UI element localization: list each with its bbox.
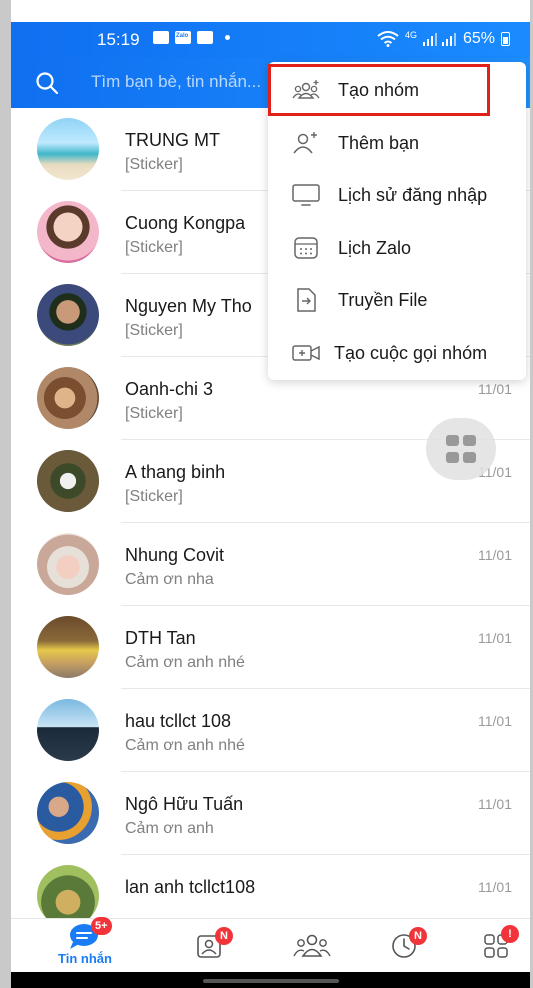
chat-time: 11/01 xyxy=(478,630,512,646)
add-friend-icon xyxy=(293,132,317,154)
chat-name: Nguyen My Tho xyxy=(125,296,252,316)
menu-item-label: Lịch sử đăng nhập xyxy=(338,185,488,205)
chat-time: 11/01 xyxy=(478,547,512,563)
grid-icon-part xyxy=(446,452,459,463)
chat-preview: [Sticker] xyxy=(125,488,183,505)
file-transfer-icon xyxy=(297,288,316,312)
chat-name: Cuong Kongpa xyxy=(125,213,246,233)
nav-more[interactable]: ! xyxy=(457,919,530,973)
chat-row[interactable]: hau tcllct 108 Cảm ơn anh nhé 11/01 xyxy=(11,689,530,772)
chat-preview: Cảm ơn anh xyxy=(125,820,214,837)
chat-preview: Cảm ơn anh nhé xyxy=(125,654,245,671)
chat-name: TRUNG MT xyxy=(125,130,220,150)
menu-item-label: Thêm bạn xyxy=(338,133,420,153)
nav-timeline[interactable]: N xyxy=(367,919,447,973)
home-indicator[interactable] xyxy=(203,979,339,983)
chat-time: 11/01 xyxy=(478,381,512,397)
avatar xyxy=(37,865,99,918)
groups-icon xyxy=(293,934,331,957)
contacts-badge: N xyxy=(215,927,233,945)
search-input[interactable]: Tìm bạn bè, tin nhắn... xyxy=(91,72,261,92)
timeline-badge: N xyxy=(409,927,427,945)
gallery-icon xyxy=(153,31,169,44)
chat-preview: [Sticker] xyxy=(125,156,183,173)
zalo-notification-icon xyxy=(175,31,191,44)
avatar xyxy=(37,450,99,512)
avatar xyxy=(37,699,99,761)
nav-messages[interactable]: 5+ Tin nhắn xyxy=(45,917,125,973)
message-icon xyxy=(197,31,213,44)
menu-item-group-call[interactable]: Tạo cuộc gọi nhóm xyxy=(268,327,526,379)
avatar xyxy=(37,782,99,844)
wifi-icon xyxy=(377,31,399,47)
system-nav-bar xyxy=(11,972,530,988)
signal-icon xyxy=(422,33,456,46)
add-menu: Tạo nhóm Thêm bạn Lịch sử đăng nhập Lịch… xyxy=(268,62,526,380)
menu-item-label: Truyền File xyxy=(338,290,428,310)
app-frame: 15:19 4G 65% xyxy=(11,0,530,988)
menu-item-label: Tạo cuộc gọi nhóm xyxy=(334,343,488,363)
avatar xyxy=(37,201,99,263)
chat-time: 11/01 xyxy=(478,796,512,812)
more-notifications-icon xyxy=(225,35,230,40)
avatar xyxy=(37,533,99,595)
avatar xyxy=(37,616,99,678)
monitor-icon xyxy=(292,184,320,206)
menu-item-create-group[interactable]: Tạo nhóm xyxy=(268,64,526,116)
menu-item-login-history[interactable]: Lịch sử đăng nhập xyxy=(268,169,526,221)
menu-item-label: Lịch Zalo xyxy=(338,238,412,258)
chat-row[interactable]: Nhung Covit Cảm ơn nha 11/01 xyxy=(11,523,530,606)
grid-icon-part xyxy=(463,435,476,446)
chat-row[interactable]: DTH Tan Cảm ơn anh nhé 11/01 xyxy=(11,606,530,689)
notification-icons xyxy=(153,31,230,44)
avatar xyxy=(37,118,99,180)
menu-item-file-transfer[interactable]: Truyền File xyxy=(268,274,526,326)
chat-time: 11/01 xyxy=(478,879,512,895)
avatar xyxy=(37,367,99,429)
avatar xyxy=(37,284,99,346)
status-time: 15:19 xyxy=(97,30,140,49)
menu-item-zalo-calendar[interactable]: Lịch Zalo xyxy=(268,222,526,274)
network-type: 4G xyxy=(404,30,417,40)
status-right: 4G 65% xyxy=(377,30,510,48)
chat-name: lan anh tcllct108 xyxy=(125,877,256,897)
chat-name: Nhung Covit xyxy=(125,545,225,565)
chat-name: A thang binh xyxy=(125,462,226,482)
search-icon[interactable] xyxy=(35,71,59,95)
chat-name: Oanh-chi 3 xyxy=(125,379,214,399)
grid-icon-part xyxy=(463,452,476,463)
chat-time: 11/01 xyxy=(478,713,512,729)
battery-icon xyxy=(501,32,510,46)
nav-groups[interactable] xyxy=(273,919,353,973)
nav-contacts[interactable]: N xyxy=(171,919,251,973)
chat-name: Ngô Hữu Tuấn xyxy=(125,794,244,814)
calendar-icon xyxy=(294,237,318,259)
grid-icon xyxy=(446,435,459,446)
chat-preview: [Sticker] xyxy=(125,405,183,422)
messages-badge: 5+ xyxy=(91,917,112,935)
status-bar: 15:19 4G 65% xyxy=(11,22,530,58)
floating-grid-button[interactable] xyxy=(426,418,496,480)
highlight-box xyxy=(268,64,490,116)
battery-percent: 65% xyxy=(462,30,495,47)
chat-name: hau tcllct 108 xyxy=(125,711,232,731)
chat-preview: Cảm ơn anh nhé xyxy=(125,737,245,754)
chat-preview: Cảm ơn nha xyxy=(125,571,214,588)
chat-preview: [Sticker] xyxy=(125,322,183,339)
chat-name: DTH Tan xyxy=(125,628,196,648)
menu-item-add-friend[interactable]: Thêm bạn xyxy=(268,117,526,169)
nav-messages-label: Tin nhắn xyxy=(58,951,112,966)
chat-row[interactable]: Ngô Hữu Tuấn Cảm ơn anh 11/01 xyxy=(11,772,530,855)
video-call-icon xyxy=(292,345,320,361)
more-badge: ! xyxy=(501,925,519,943)
chat-preview: [Sticker] xyxy=(125,239,183,256)
bottom-nav: 5+ Tin nhắn N N ! xyxy=(11,917,530,973)
chat-row[interactable]: lan anh tcllct108 11/01 xyxy=(11,855,530,918)
